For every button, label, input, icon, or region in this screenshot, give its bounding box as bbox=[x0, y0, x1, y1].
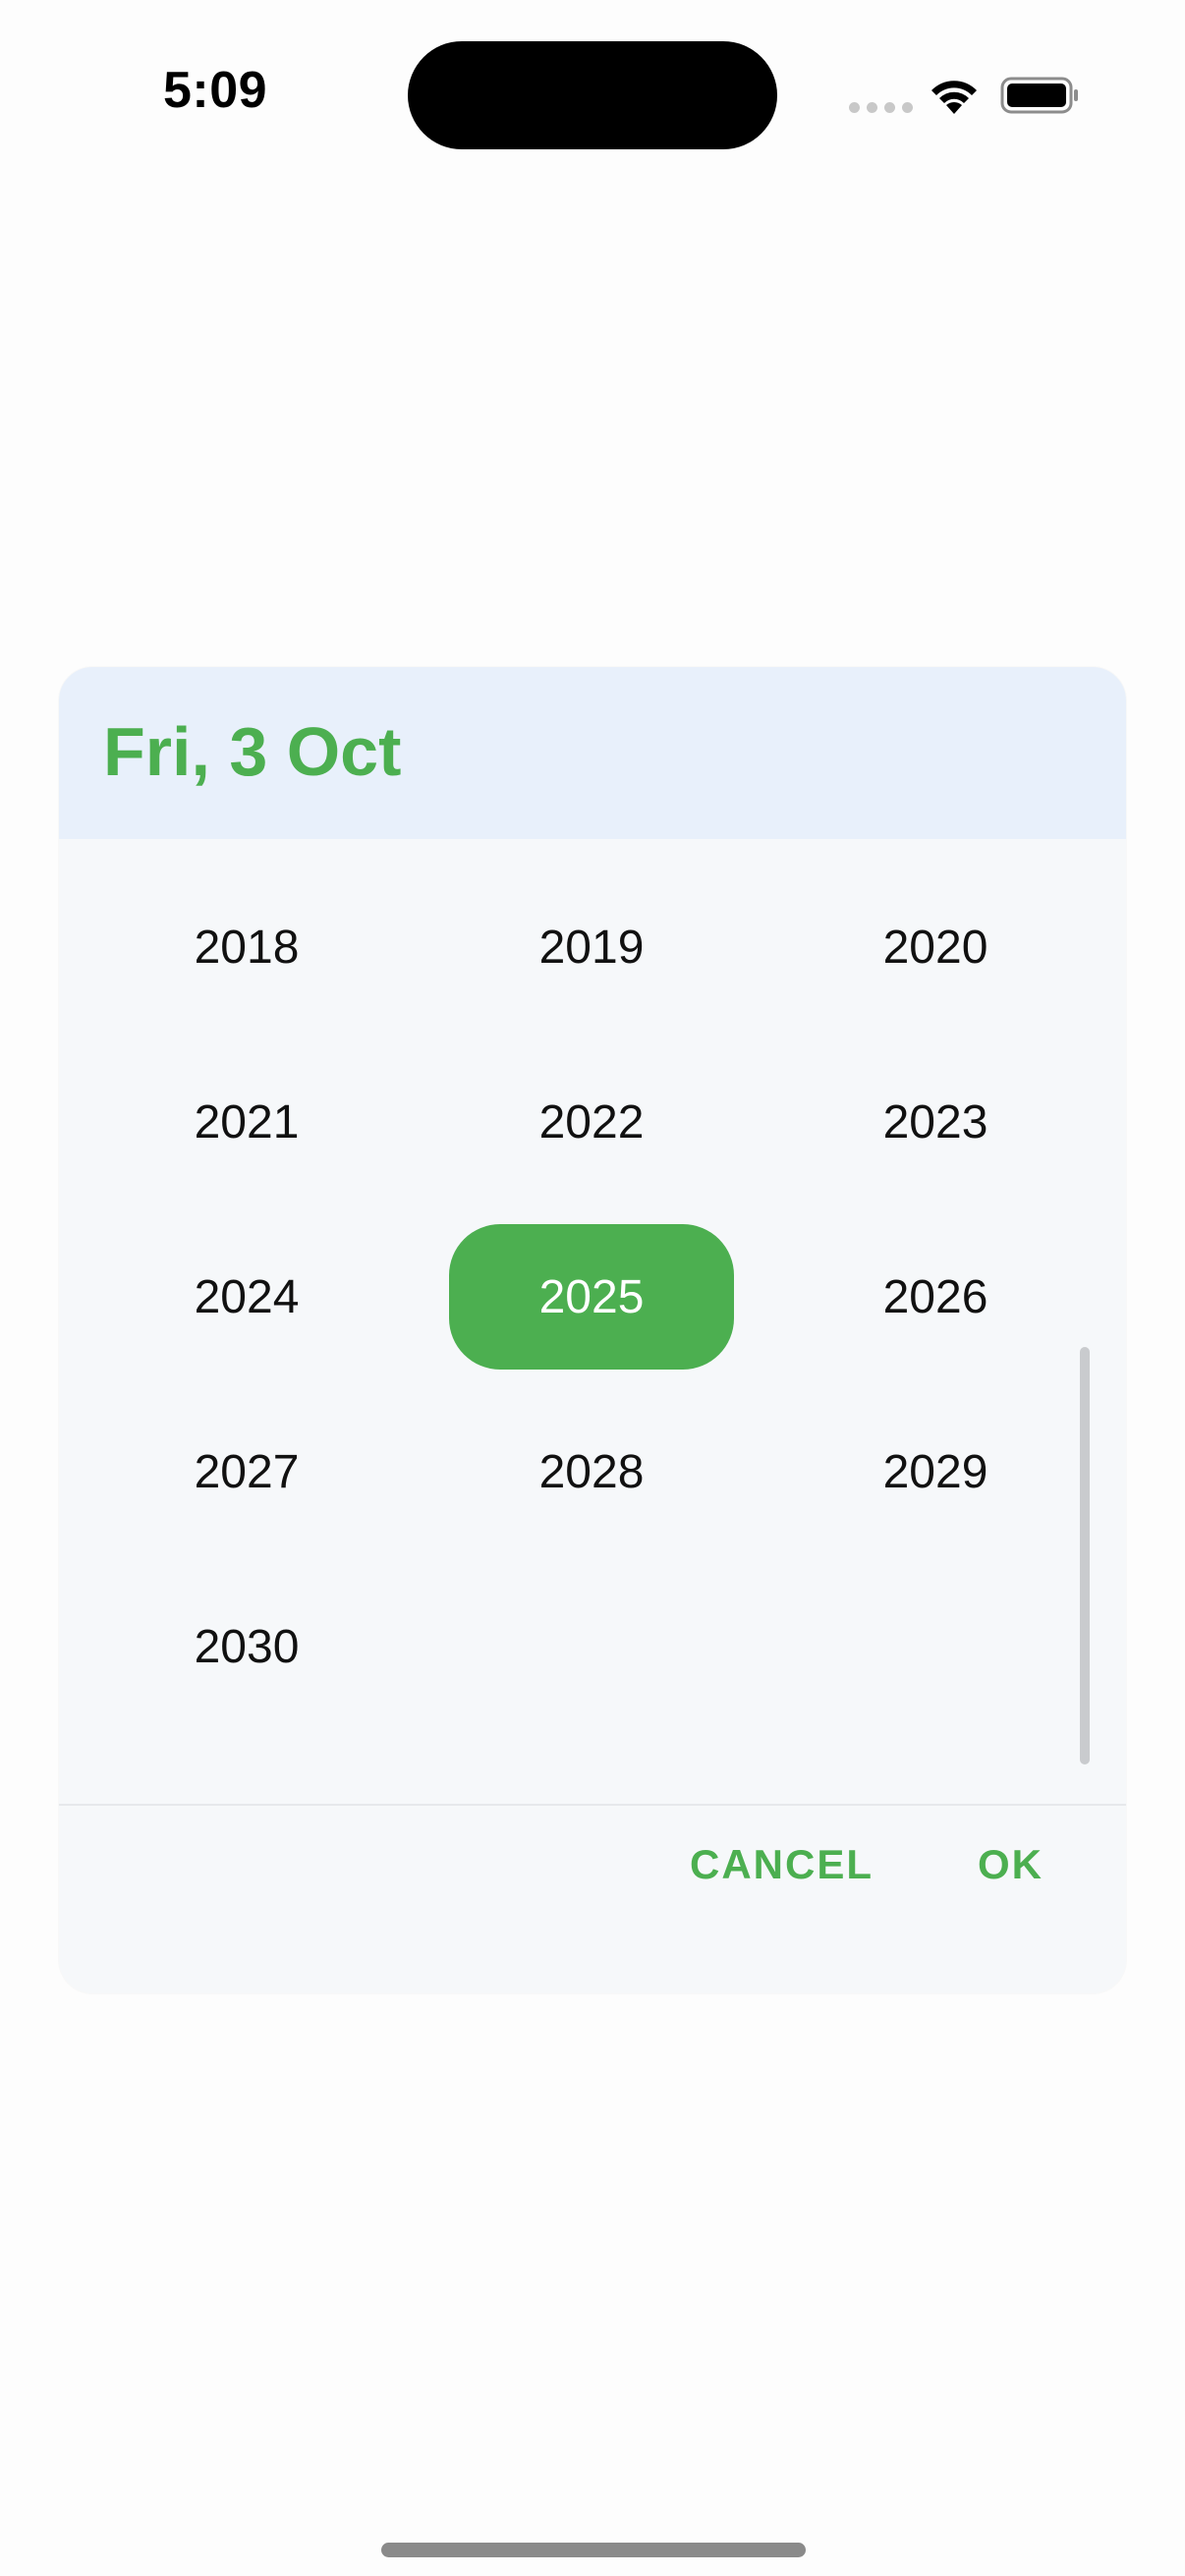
year-2021[interactable]: 2021 bbox=[104, 1049, 389, 1195]
year-2028[interactable]: 2028 bbox=[449, 1399, 734, 1544]
year-2024[interactable]: 2024 bbox=[104, 1224, 389, 1370]
selected-date-title[interactable]: Fri, 3 Oct bbox=[103, 712, 401, 791]
ok-button[interactable]: OK bbox=[978, 1841, 1044, 1888]
year-list-scrollbar[interactable] bbox=[1080, 1347, 1090, 1764]
year-2026[interactable]: 2026 bbox=[793, 1224, 1078, 1370]
battery-icon bbox=[1000, 77, 1078, 114]
year-2019[interactable]: 2019 bbox=[449, 874, 734, 1020]
dynamic-island bbox=[408, 41, 777, 149]
screen: 5:09 Fri, 3 Oct 2018 2019 2020 2021 2022… bbox=[0, 0, 1185, 2576]
year-2022[interactable]: 2022 bbox=[449, 1049, 734, 1195]
year-2020[interactable]: 2020 bbox=[793, 874, 1078, 1020]
cellular-signal-icon bbox=[849, 102, 913, 113]
status-time: 5:09 bbox=[163, 62, 268, 119]
dialog-header: Fri, 3 Oct bbox=[59, 667, 1126, 839]
year-2025-selected[interactable]: 2025 bbox=[449, 1224, 734, 1370]
year-2030[interactable]: 2030 bbox=[104, 1574, 389, 1719]
home-indicator[interactable] bbox=[381, 2543, 806, 2557]
year-2029[interactable]: 2029 bbox=[793, 1399, 1078, 1544]
dialog-divider bbox=[59, 1804, 1126, 1806]
date-picker-dialog: Fri, 3 Oct 2018 2019 2020 2021 2022 2023… bbox=[59, 667, 1126, 1993]
year-2027[interactable]: 2027 bbox=[104, 1399, 389, 1544]
cancel-button[interactable]: CANCEL bbox=[690, 1841, 874, 1888]
year-grid: 2018 2019 2020 2021 2022 2023 2024 2025 … bbox=[59, 839, 1126, 1673]
year-2018[interactable]: 2018 bbox=[104, 874, 389, 1020]
wifi-icon bbox=[931, 81, 977, 114]
year-2023[interactable]: 2023 bbox=[793, 1049, 1078, 1195]
